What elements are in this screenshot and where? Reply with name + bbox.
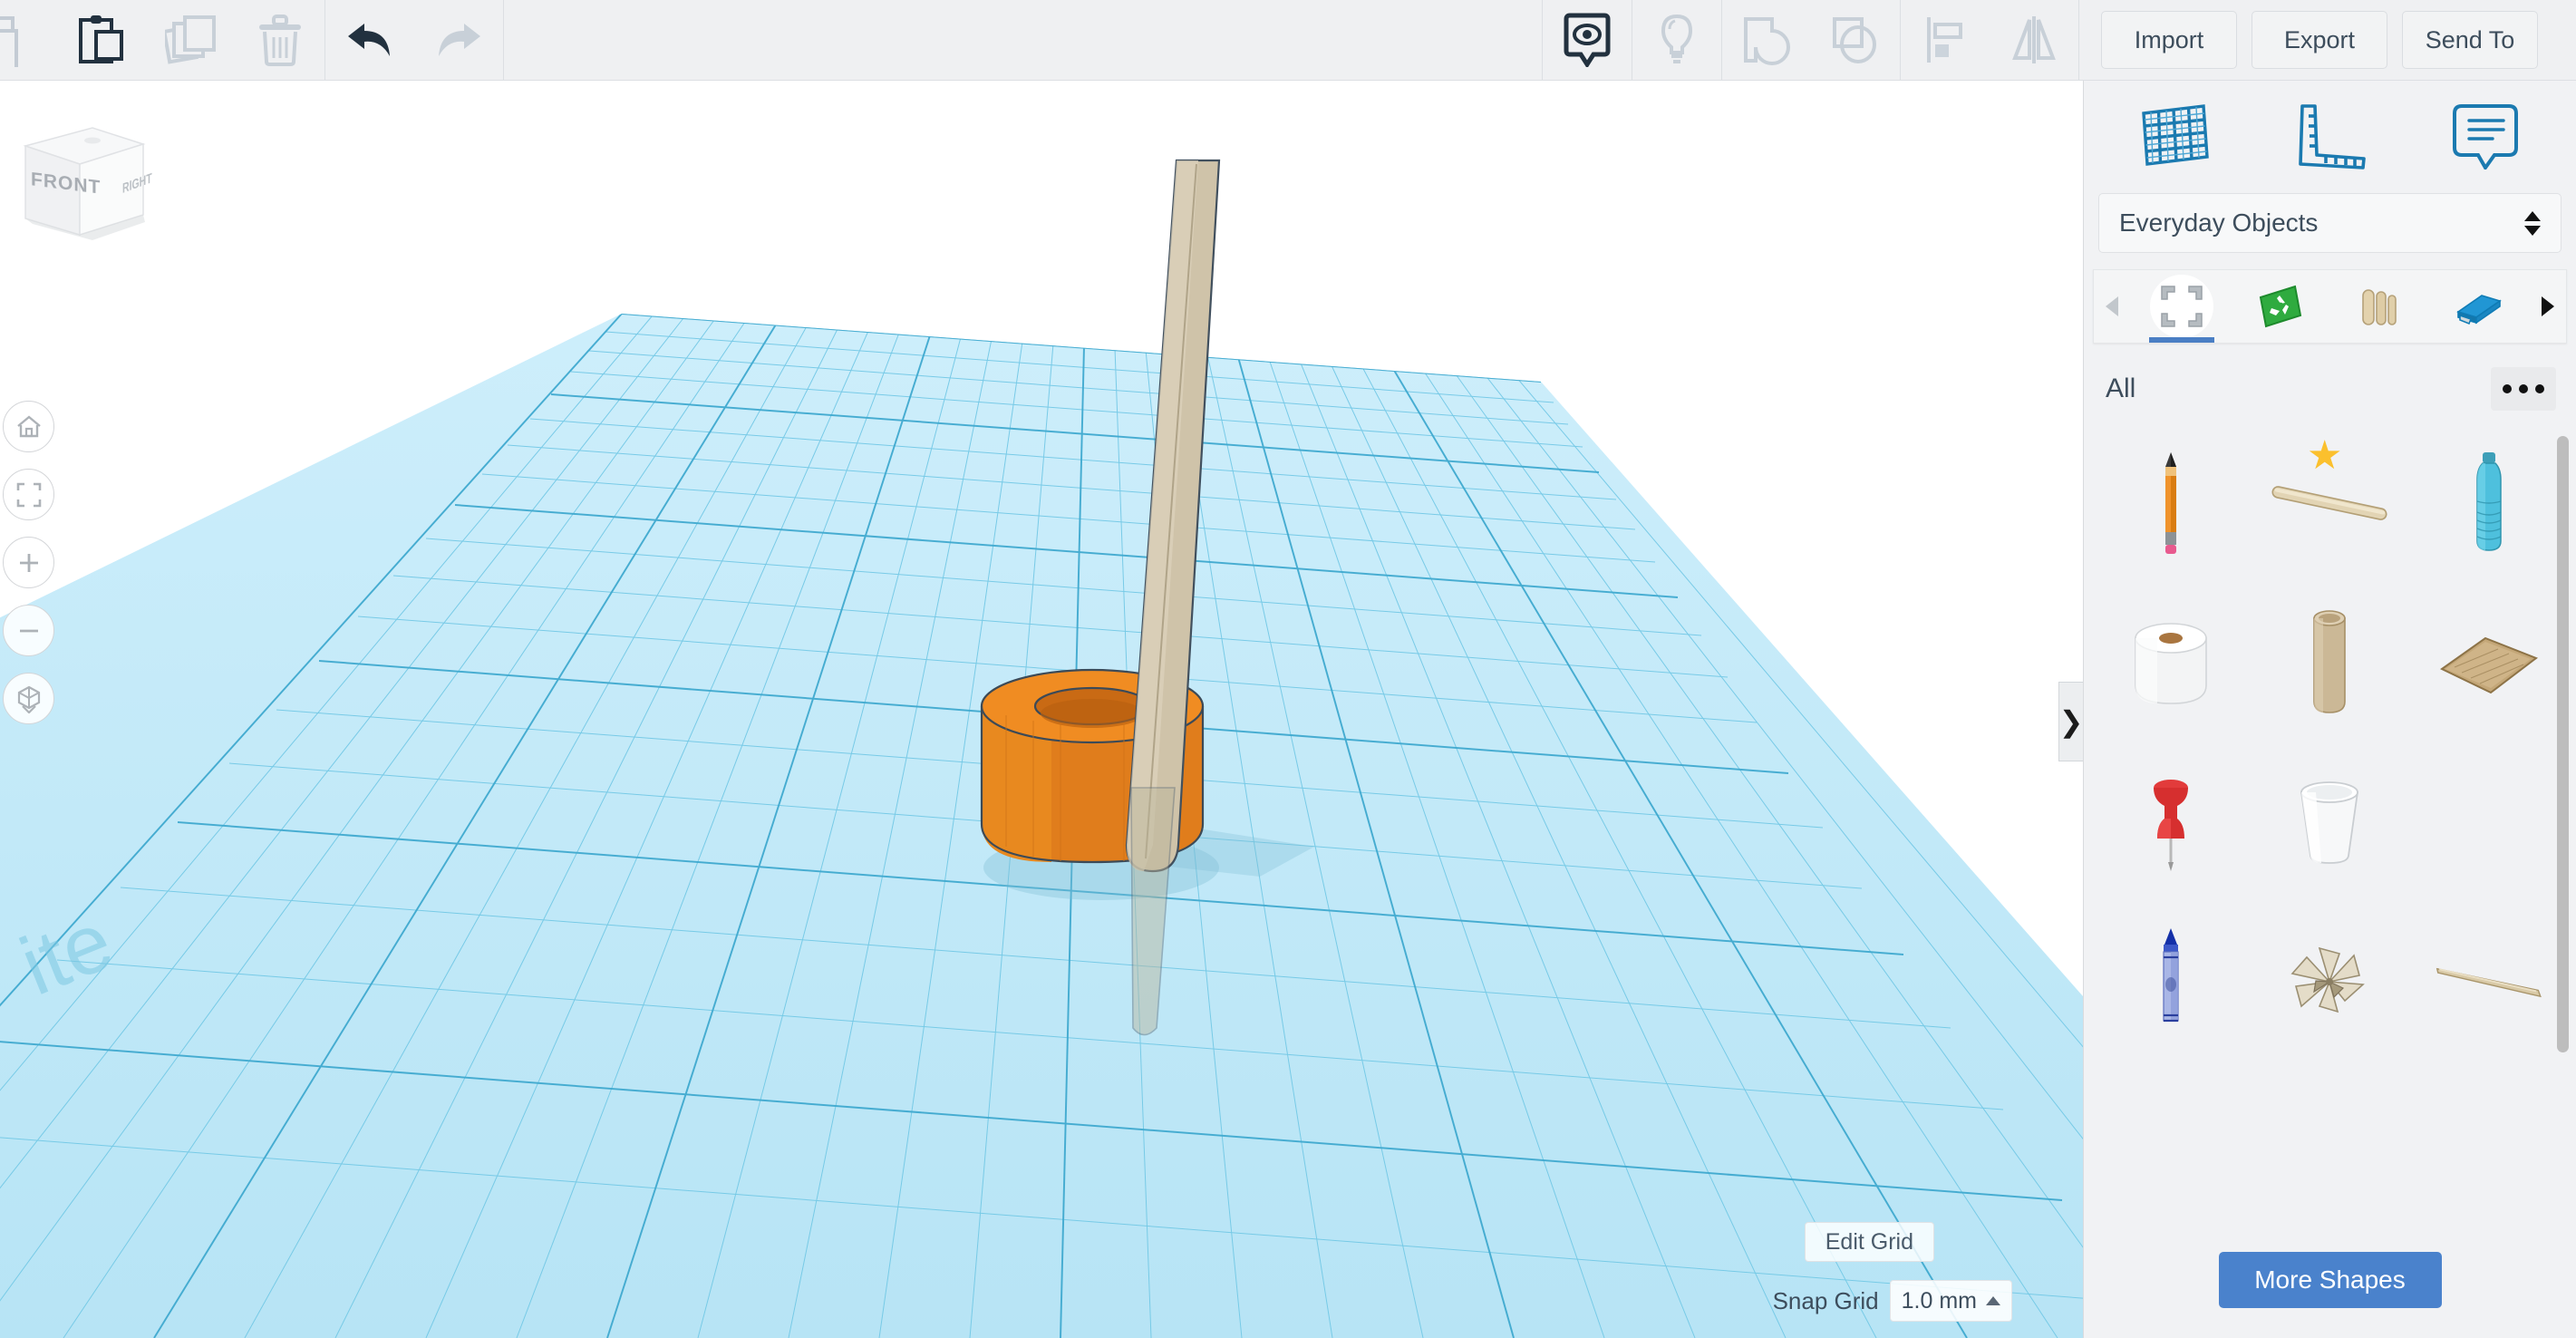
shape-toothpick-extra	[2409, 742, 2569, 902]
duplicate-icon[interactable]	[147, 0, 236, 80]
notes-tool[interactable]	[2436, 92, 2535, 179]
panel-footer: More Shapes	[2084, 1222, 2576, 1338]
shapes-scrollbar-thumb[interactable]	[2557, 436, 2569, 1052]
shape-cardboard-tube[interactable]	[2251, 583, 2410, 742]
strip-prev-arrow-icon[interactable]	[2094, 270, 2132, 343]
view-navigation-controls	[3, 401, 54, 724]
snap-grid-control: Snap Grid 1.0 mm	[1773, 1280, 2012, 1322]
updown-chevrons-icon	[2524, 210, 2541, 236]
snap-grid-label: Snap Grid	[1772, 1286, 1879, 1314]
view-tool-group	[1543, 0, 2078, 80]
shape-craft-stick[interactable]: ★	[2251, 423, 2410, 583]
shape-paper-cup[interactable]	[2251, 742, 2410, 902]
undo-icon[interactable]	[325, 0, 414, 80]
craft-sticks-tab[interactable]	[2334, 270, 2425, 343]
redo-icon[interactable]	[414, 0, 503, 80]
shape-pencil[interactable]	[2091, 423, 2251, 583]
shapes-panel: Everyday Objects All ★ More Shapes	[2083, 81, 2576, 1338]
more-shapes-button[interactable]: More Shapes	[2218, 1252, 2442, 1308]
shape-toilet-paper-roll[interactable]	[2091, 583, 2251, 742]
3d-viewport[interactable]: ite FRONT RIGHT ❯ Edit Grid Snap Grid 1.…	[0, 81, 2083, 1338]
tinkercad-editor: Import Export Send To ite FRONT RIGHT ❯ …	[0, 0, 2576, 1338]
top-toolbar: Import Export Send To	[0, 0, 2576, 81]
all-filter-label: All	[2106, 373, 2136, 403]
lightbulb-icon[interactable]	[1632, 0, 1721, 80]
shape-cardboard-sheet[interactable]	[2409, 583, 2569, 742]
shape-push-pin[interactable]	[2091, 742, 2251, 902]
snap-grid-value: 1.0 mm	[1901, 1287, 1977, 1314]
shape-crayon[interactable]	[2091, 902, 2251, 1062]
document-actions: Import Export Send To	[2079, 0, 2576, 80]
export-button[interactable]: Export	[2252, 11, 2387, 69]
show-hide-icon[interactable]	[1543, 0, 1632, 80]
workplane-tool[interactable]	[2125, 92, 2224, 179]
shape-category-value: Everyday Objects	[2119, 208, 2319, 237]
strip-next-arrow-icon[interactable]	[2528, 270, 2566, 343]
shape-paper-burst[interactable]	[2251, 902, 2410, 1062]
shape-filter-row: All	[2084, 344, 2576, 423]
stapler-tab[interactable]	[2433, 270, 2523, 343]
workplane-grid: ite	[0, 159, 2083, 1338]
mirror-icon[interactable]	[1990, 0, 2078, 80]
ruler-tool[interactable]	[2280, 92, 2379, 179]
send-to-button[interactable]: Send To	[2402, 11, 2538, 69]
view-cube[interactable]: FRONT RIGHT	[9, 108, 159, 244]
import-button[interactable]: Import	[2101, 11, 2237, 69]
paste-icon[interactable]	[58, 0, 147, 80]
shape-water-bottle[interactable]	[2409, 423, 2569, 583]
align-icon[interactable]	[1901, 0, 1990, 80]
shapes-scroll-area[interactable]: ★	[2084, 423, 2576, 1222]
shapes-scrollbar[interactable]	[2556, 423, 2571, 1222]
favorite-star-icon: ★	[2307, 433, 2343, 478]
zoom-in-button[interactable]	[3, 537, 54, 588]
ungroup-icon[interactable]	[1811, 0, 1900, 80]
projection-toggle-button[interactable]	[3, 673, 54, 724]
basic-shapes-tab[interactable]	[2136, 270, 2227, 343]
panel-tool-row	[2084, 81, 2576, 189]
shape-subcategory-strip	[2093, 269, 2567, 344]
edit-tool-group	[0, 0, 324, 80]
strip-items	[2132, 270, 2528, 343]
shape-toothpick[interactable]	[2409, 902, 2569, 1062]
more-options-icon[interactable]	[2491, 367, 2556, 411]
group-icon[interactable]	[1722, 0, 1811, 80]
edit-grid-button[interactable]: Edit Grid	[1804, 1222, 1934, 1262]
recycled-tab[interactable]	[2235, 270, 2326, 343]
home-view-button[interactable]	[3, 401, 54, 452]
panel-collapse-tab[interactable]: ❯	[2058, 682, 2083, 761]
fit-to-view-button[interactable]	[3, 469, 54, 520]
shapes-grid: ★	[2084, 423, 2576, 1062]
snap-grid-select[interactable]: 1.0 mm	[1889, 1280, 2012, 1322]
chevron-up-icon	[1986, 1296, 2000, 1305]
delete-icon[interactable]	[236, 0, 324, 80]
zoom-out-button[interactable]	[3, 605, 54, 656]
shape-category-select[interactable]: Everyday Objects	[2098, 193, 2561, 253]
copy-icon[interactable]	[0, 0, 58, 80]
history-tool-group	[325, 0, 503, 80]
